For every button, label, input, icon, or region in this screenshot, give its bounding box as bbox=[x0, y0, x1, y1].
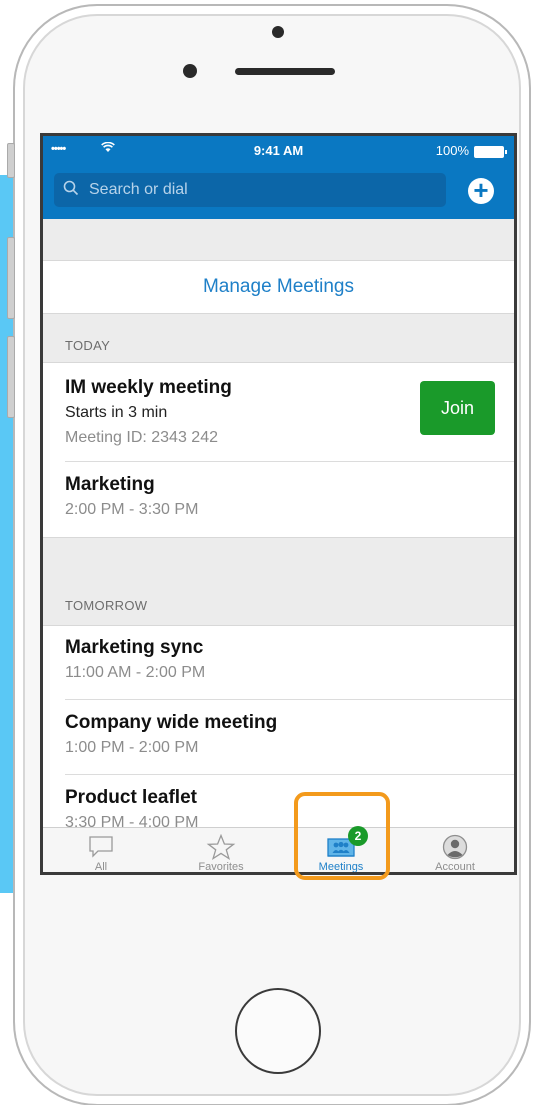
meeting-time: 2:00 PM - 3:30 PM bbox=[65, 501, 199, 518]
meeting-item[interactable]: Marketing sync 11:00 AM - 2:00 PM bbox=[43, 626, 514, 700]
tab-bar: All Favorites 2 Meetings Account bbox=[43, 826, 514, 873]
status-bar: ••••• 9:41 AM 100% bbox=[43, 136, 514, 166]
meeting-title: IM weekly meeting bbox=[65, 377, 232, 398]
meetings-tab-highlight bbox=[294, 792, 390, 880]
tab-favorites[interactable]: Favorites bbox=[171, 828, 271, 873]
manage-meetings-button[interactable]: Manage Meetings bbox=[43, 260, 514, 314]
search-icon bbox=[63, 180, 79, 196]
tab-account[interactable]: Account bbox=[405, 828, 505, 873]
section-header-tomorrow: TOMORROW bbox=[65, 598, 148, 613]
battery-percent: 100% bbox=[435, 143, 469, 158]
tomorrow-meetings-list: Marketing sync 11:00 AM - 2:00 PM Compan… bbox=[43, 625, 514, 850]
proximity-sensor bbox=[272, 26, 284, 38]
app-header: ••••• 9:41 AM 100% Search or dial + bbox=[43, 136, 514, 219]
volume-up-button bbox=[7, 237, 15, 319]
meeting-title: Marketing bbox=[65, 474, 155, 495]
battery-icon bbox=[474, 146, 507, 158]
join-button[interactable]: Join bbox=[420, 381, 495, 435]
add-button[interactable]: + bbox=[468, 175, 494, 205]
mute-switch bbox=[7, 143, 15, 178]
meeting-item[interactable]: Company wide meeting 1:00 PM - 2:00 PM bbox=[43, 700, 514, 775]
plus-icon: + bbox=[473, 175, 489, 205]
section-header-today: TODAY bbox=[65, 338, 111, 353]
meeting-item[interactable]: IM weekly meeting Starts in 3 min Meetin… bbox=[43, 363, 514, 462]
meeting-start-status: Starts in 3 min bbox=[65, 404, 168, 421]
phone-screen: ••••• 9:41 AM 100% Search or dial + Mana… bbox=[40, 133, 517, 875]
meeting-item[interactable]: Marketing 2:00 PM - 3:30 PM bbox=[43, 462, 514, 538]
earpiece-speaker bbox=[235, 68, 335, 75]
chat-bubble-icon bbox=[51, 834, 151, 860]
account-icon bbox=[405, 834, 505, 860]
star-icon bbox=[171, 833, 271, 861]
meeting-time: 11:00 AM - 2:00 PM bbox=[65, 664, 206, 681]
meeting-title: Product leaflet bbox=[65, 787, 197, 808]
search-placeholder: Search or dial bbox=[89, 181, 188, 198]
tab-label: Account bbox=[435, 861, 475, 873]
home-button[interactable] bbox=[235, 988, 321, 1074]
front-camera bbox=[183, 64, 197, 78]
today-meetings-list: IM weekly meeting Starts in 3 min Meetin… bbox=[43, 362, 514, 538]
search-input[interactable]: Search or dial bbox=[54, 173, 446, 207]
meeting-title: Company wide meeting bbox=[65, 712, 278, 733]
meeting-time: 1:00 PM - 2:00 PM bbox=[65, 739, 199, 756]
meeting-title: Marketing sync bbox=[65, 637, 204, 658]
tab-label: Favorites bbox=[198, 861, 244, 873]
volume-down-button bbox=[7, 336, 15, 418]
meeting-id: Meeting ID: 2343 242 bbox=[65, 429, 218, 446]
tab-all[interactable]: All bbox=[51, 828, 151, 873]
tab-label: All bbox=[94, 861, 108, 873]
